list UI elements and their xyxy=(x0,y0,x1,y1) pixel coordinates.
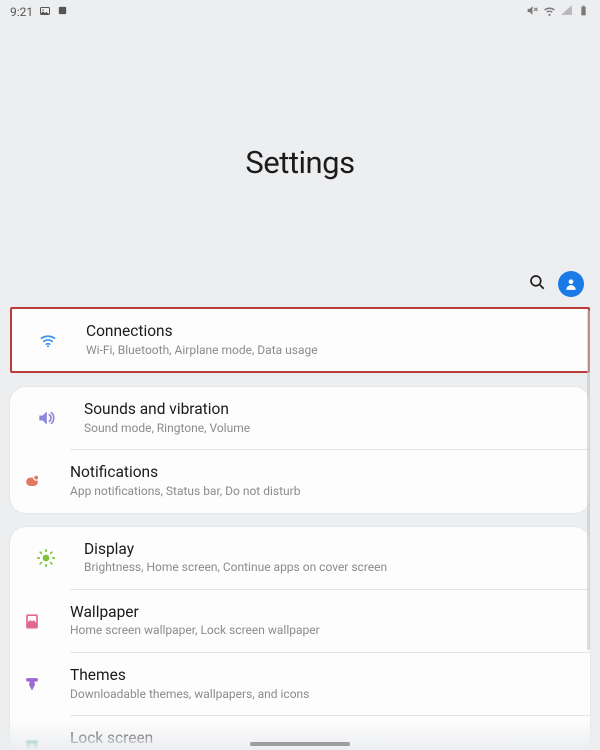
row-subtitle: Wi-Fi, Bluetooth, Airplane mode, Data us… xyxy=(86,343,574,359)
wallpaper-icon xyxy=(10,611,54,631)
status-time: 9:21 xyxy=(10,5,33,19)
themes-icon xyxy=(10,674,54,694)
lock-icon xyxy=(10,737,54,750)
sound-icon xyxy=(24,408,68,428)
wifi-icon xyxy=(26,330,70,350)
mute-icon xyxy=(526,4,539,20)
settings-list: Connections Wi-Fi, Bluetooth, Airplane m… xyxy=(0,305,600,750)
row-notifications[interactable]: Notifications App notifications, Status … xyxy=(70,449,590,512)
search-icon[interactable] xyxy=(528,273,546,295)
row-wallpaper[interactable]: Wallpaper Home screen wallpaper, Lock sc… xyxy=(70,589,590,652)
row-title: Display xyxy=(84,540,576,559)
row-display[interactable]: Display Brightness, Home screen, Continu… xyxy=(10,527,590,589)
row-subtitle: Brightness, Home screen, Continue apps o… xyxy=(84,560,576,576)
page-title: Settings xyxy=(0,144,600,181)
row-title: Sounds and vibration xyxy=(84,400,576,419)
signal-icon xyxy=(560,4,573,20)
row-subtitle: Sound mode, Ringtone, Volume xyxy=(84,421,576,437)
wifi-status-icon xyxy=(543,4,556,20)
row-title: Themes xyxy=(70,666,576,685)
home-indicator[interactable] xyxy=(250,742,350,746)
row-sounds[interactable]: Sounds and vibration Sound mode, Rington… xyxy=(10,387,590,449)
toolbar xyxy=(0,271,600,305)
row-themes[interactable]: Themes Downloadable themes, wallpapers, … xyxy=(70,652,590,715)
picture-icon xyxy=(39,5,51,20)
row-title: Notifications xyxy=(70,463,576,482)
row-subtitle: Downloadable themes, wallpapers, and ico… xyxy=(70,687,576,703)
row-subtitle: Home screen wallpaper, Lock screen wallp… xyxy=(70,623,576,639)
row-title: Connections xyxy=(86,322,574,341)
row-connections[interactable]: Connections Wi-Fi, Bluetooth, Airplane m… xyxy=(12,309,588,371)
status-bar: 9:21 xyxy=(0,0,600,24)
notifications-icon xyxy=(10,471,54,491)
display-icon xyxy=(24,548,68,568)
scrollbar[interactable] xyxy=(587,310,590,650)
account-avatar[interactable] xyxy=(558,271,584,297)
row-title: Wallpaper xyxy=(70,603,576,622)
card-icon xyxy=(57,5,68,19)
group-display: Display Brightness, Home screen, Continu… xyxy=(10,527,590,750)
battery-icon xyxy=(577,4,590,20)
group-connections: Connections Wi-Fi, Bluetooth, Airplane m… xyxy=(10,307,590,373)
row-subtitle: App notifications, Status bar, Do not di… xyxy=(70,484,576,500)
group-sound-notifications: Sounds and vibration Sound mode, Rington… xyxy=(10,387,590,512)
